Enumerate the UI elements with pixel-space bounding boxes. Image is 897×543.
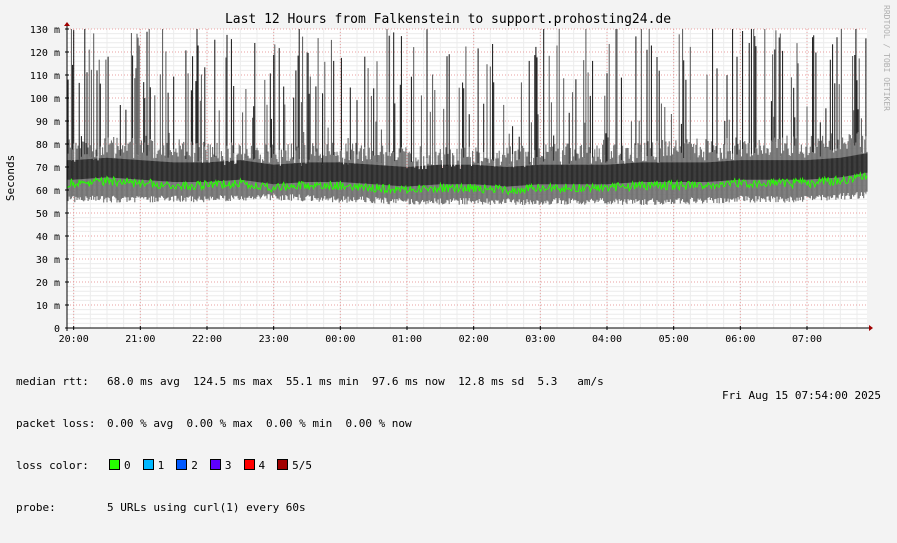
loss-color-item: 0	[107, 459, 131, 472]
graph-timestamp: Fri Aug 15 07:54:00 2025	[722, 389, 881, 402]
watermark-text: RRDTOOL / TOBI OETIKER	[882, 5, 891, 111]
x-tick-label: 00:00	[325, 334, 355, 345]
y-tick-labels: 010 m20 m30 m40 m50 m60 m70 m80 m90 m100…	[30, 25, 60, 335]
loss-color-legend: 0 1 2 3 4 5/5	[107, 459, 322, 473]
median-rtt-am: 5.3	[537, 375, 558, 388]
packet-loss-now: 0.00 % now	[345, 417, 412, 430]
y-tick-label: 90 m	[36, 117, 60, 128]
rtt-chart: Last 12 Hours from Falkenstein to suppor…	[4, 5, 891, 345]
loss-color-label-text: 2	[191, 459, 198, 472]
y-tick-label: 110 m	[30, 71, 60, 82]
median-rtt-am-unit: am/s	[577, 375, 604, 388]
loss-color-row: loss color: 0 1 2 3 4 5/5	[16, 459, 604, 473]
packet-loss-label: packet loss:	[16, 417, 96, 430]
loss-color-swatch	[142, 459, 154, 470]
x-tick-label: 20:00	[59, 334, 89, 345]
y-tick-label: 130 m	[30, 25, 60, 36]
x-tick-label: 01:00	[392, 334, 422, 345]
loss-color-swatch	[209, 459, 221, 470]
median-rtt-max: 124.5 ms max	[193, 375, 273, 388]
y-tick-label: 30 m	[36, 255, 60, 266]
loss-color-label-text: 4	[258, 459, 266, 472]
probe-description: 5 URLs using curl(1) every 60s	[107, 501, 306, 514]
loss-color-label-text: 1	[157, 459, 165, 472]
y-tick-label: 60 m	[36, 186, 60, 197]
median-rtt-min: 55.1 ms min	[285, 375, 359, 388]
median-rtt-row: median rtt: 68.0 ms avg 124.5 ms max 55.…	[16, 375, 604, 389]
median-rtt-label: median rtt:	[16, 375, 89, 388]
loss-color-label: loss color:	[16, 459, 89, 472]
packet-loss-min: 0.00 % min	[265, 417, 333, 430]
y-axis-label: Seconds	[4, 155, 17, 201]
probe-label: probe:	[16, 501, 56, 514]
y-tick-label: 50 m	[36, 209, 60, 220]
packet-loss-row: packet loss: 0.00 % avg 0.00 % max 0.00 …	[16, 417, 604, 431]
x-tick-label: 04:00	[592, 334, 622, 345]
loss-color-swatch	[176, 459, 188, 470]
packet-loss-avg: 0.00 % avg	[107, 417, 174, 430]
loss-color-swatch	[109, 459, 120, 470]
loss-color-swatch	[277, 459, 289, 470]
x-tick-label: 06:00	[725, 334, 755, 345]
loss-color-label-text: 3	[224, 459, 232, 472]
x-tick-label: 23:00	[259, 334, 289, 345]
chart-title: Last 12 Hours from Falkenstein to suppor…	[225, 12, 671, 27]
x-tick-label: 05:00	[659, 334, 689, 345]
y-tick-label: 40 m	[36, 232, 60, 243]
loss-color-label-text: 0	[124, 459, 131, 472]
loss-color-label-text: 5/5	[292, 459, 312, 472]
y-tick-label: 70 m	[36, 163, 60, 174]
loss-color-item: 2	[174, 459, 198, 472]
loss-color-item: 3	[208, 459, 232, 472]
x-tick-label: 21:00	[125, 334, 155, 345]
x-tick-label: 02:00	[459, 334, 489, 345]
packet-loss-max: 0.00 % max	[186, 417, 253, 430]
x-tick-label: 07:00	[792, 334, 822, 345]
x-tick-labels: 20:00 21:00 22:00 23:00 00:00 01:00 02:00 03:00…	[59, 334, 822, 345]
median-rtt-now: 97.6 ms now	[371, 375, 445, 388]
x-tick-label: 03:00	[525, 334, 555, 345]
loss-color-swatch	[243, 459, 255, 470]
median-rtt-avg: 68.0 ms avg	[107, 375, 180, 388]
probe-row: probe: 5 URLs using curl(1) every 60s	[16, 501, 604, 515]
stats-panel: median rtt: 68.0 ms avg 124.5 ms max 55.…	[16, 347, 604, 543]
y-tick-label: 100 m	[30, 94, 60, 105]
x-tick-label: 22:00	[192, 334, 222, 345]
median-rtt-sd: 12.8 ms sd	[458, 375, 525, 388]
smokeping-graph: Last 12 Hours from Falkenstein to suppor…	[0, 0, 897, 514]
y-tick-label: 80 m	[36, 140, 60, 151]
y-tick-label: 120 m	[30, 48, 60, 59]
loss-color-item: 1	[141, 459, 165, 472]
y-axis-arrow	[64, 22, 70, 26]
y-tick-label: 20 m	[36, 278, 60, 289]
x-axis-arrow	[869, 325, 873, 331]
y-tick-label: 10 m	[36, 301, 60, 312]
loss-color-item: 4	[242, 459, 266, 472]
loss-color-item: 5/5	[275, 459, 312, 472]
